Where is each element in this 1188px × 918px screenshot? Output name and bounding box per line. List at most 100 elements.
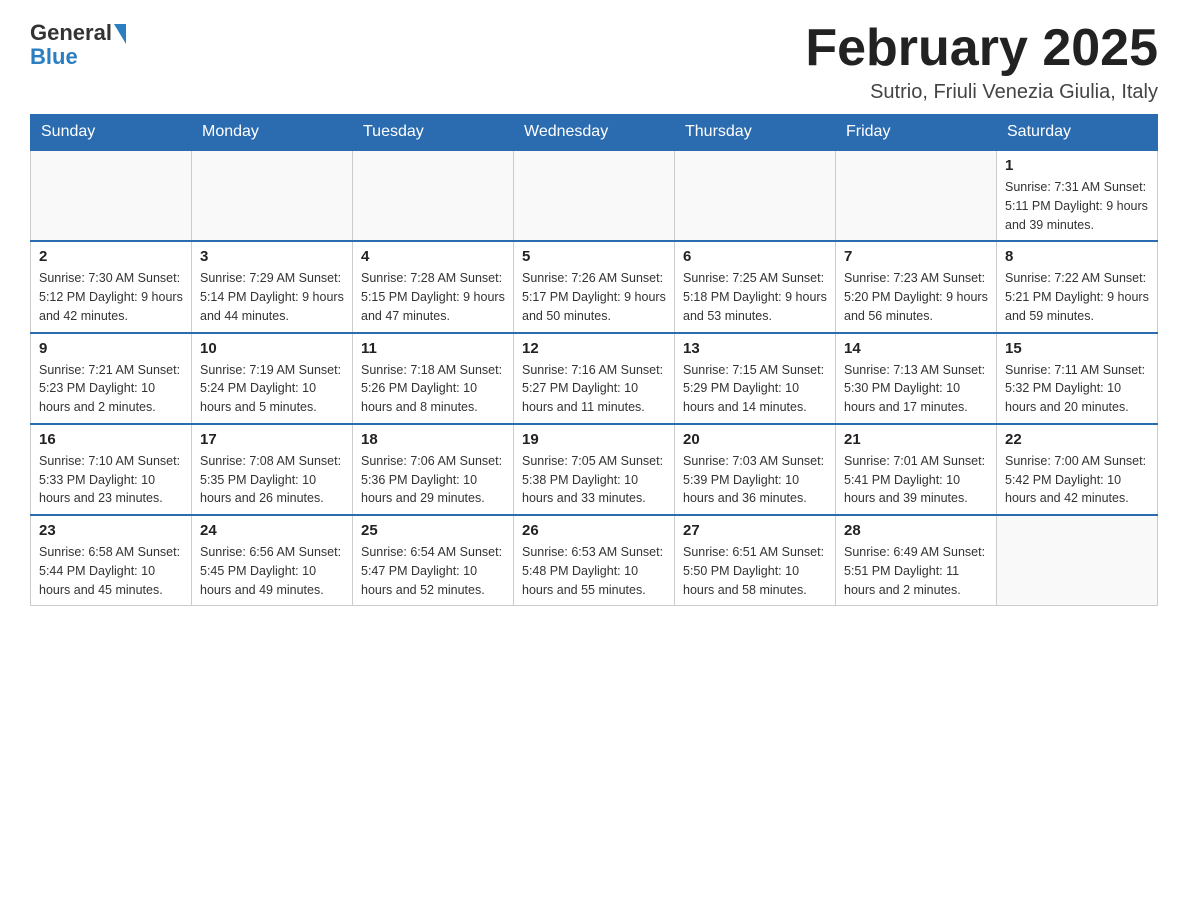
- calendar-day-cell: [675, 150, 836, 241]
- calendar-week-row: 9 Sunrise: 7:21 AM Sunset: 5:23 PM Daylig…: [31, 333, 1158, 424]
- day-number: 24: [200, 522, 344, 539]
- day-number: 6: [683, 248, 827, 265]
- calendar-day-cell: 12Sunrise: 7:16 AM Sunset: 5:27 PM Dayli…: [514, 333, 675, 424]
- day-number: 21: [844, 431, 988, 448]
- day-number: 20: [683, 431, 827, 448]
- day-number: 2: [39, 248, 183, 265]
- calendar-day-cell: 27 Sunrise: 6:51 AM Sunset: 5:50 PM Dayli…: [675, 515, 836, 606]
- day-number: 27: [683, 522, 827, 539]
- calendar-header-row: SundayMondayTuesdayWednesdayThursdayFrid…: [31, 115, 1158, 151]
- logo-general-text: General: [30, 20, 112, 46]
- day-info: Sunrise: 7:23 AM Sunset: 5:20 PM Dayligh…: [844, 269, 988, 325]
- calendar-day-cell: 22 Sunrise: 7:00 AM Sunset: 5:42 PM Dayli…: [997, 424, 1158, 515]
- day-info: Sunrise: 7:00 AM Sunset: 5:42 PM Dayligh…: [1005, 452, 1149, 508]
- calendar-day-cell: 9 Sunrise: 7:21 AM Sunset: 5:23 PM Daylig…: [31, 333, 192, 424]
- day-number: 11: [361, 340, 505, 357]
- logo: General Blue: [30, 20, 126, 70]
- day-info: Sunrise: 7:28 AM Sunset: 5:15 PM Dayligh…: [361, 269, 505, 325]
- calendar-day-cell: 3 Sunrise: 7:29 AM Sunset: 5:14 PM Daylig…: [192, 241, 353, 332]
- calendar-day-cell: [353, 150, 514, 241]
- calendar-day-cell: [192, 150, 353, 241]
- location-title: Sutrio, Friuli Venezia Giulia, Italy: [805, 81, 1158, 104]
- day-info: Sunrise: 7:16 AM Sunset: 5:27 PM Dayligh…: [522, 361, 666, 417]
- day-info: Sunrise: 7:25 AM Sunset: 5:18 PM Dayligh…: [683, 269, 827, 325]
- calendar-week-row: 2 Sunrise: 7:30 AM Sunset: 5:12 PM Daylig…: [31, 241, 1158, 332]
- day-number: 26: [522, 522, 666, 539]
- calendar-day-cell: 25 Sunrise: 6:54 AM Sunset: 5:47 PM Dayli…: [353, 515, 514, 606]
- calendar-day-cell: 14 Sunrise: 7:13 AM Sunset: 5:30 PM Dayli…: [836, 333, 997, 424]
- day-of-week-header: Tuesday: [353, 115, 514, 151]
- calendar-day-cell: 16 Sunrise: 7:10 AM Sunset: 5:33 PM Dayli…: [31, 424, 192, 515]
- day-info: Sunrise: 6:53 AM Sunset: 5:48 PM Dayligh…: [522, 543, 666, 599]
- day-of-week-header: Sunday: [31, 115, 192, 151]
- title-block: February 2025 Sutrio, Friuli Venezia Giu…: [805, 20, 1158, 104]
- day-info: Sunrise: 7:18 AM Sunset: 5:26 PM Dayligh…: [361, 361, 505, 417]
- day-info: Sunrise: 7:05 AM Sunset: 5:38 PM Dayligh…: [522, 452, 666, 508]
- calendar-day-cell: [997, 515, 1158, 606]
- day-number: 25: [361, 522, 505, 539]
- day-info: Sunrise: 7:03 AM Sunset: 5:39 PM Dayligh…: [683, 452, 827, 508]
- day-number: 9: [39, 340, 183, 357]
- day-number: 4: [361, 248, 505, 265]
- day-info: Sunrise: 7:31 AM Sunset: 5:11 PM Dayligh…: [1005, 178, 1149, 234]
- day-info: Sunrise: 7:10 AM Sunset: 5:33 PM Dayligh…: [39, 452, 183, 508]
- calendar-day-cell: 6 Sunrise: 7:25 AM Sunset: 5:18 PM Daylig…: [675, 241, 836, 332]
- day-number: 14: [844, 340, 988, 357]
- day-info: Sunrise: 6:51 AM Sunset: 5:50 PM Dayligh…: [683, 543, 827, 599]
- calendar-day-cell: 8 Sunrise: 7:22 AM Sunset: 5:21 PM Daylig…: [997, 241, 1158, 332]
- calendar-week-row: 23Sunrise: 6:58 AM Sunset: 5:44 PM Dayli…: [31, 515, 1158, 606]
- day-number: 5: [522, 248, 666, 265]
- calendar-day-cell: 19 Sunrise: 7:05 AM Sunset: 5:38 PM Dayli…: [514, 424, 675, 515]
- calendar-table: SundayMondayTuesdayWednesdayThursdayFrid…: [30, 114, 1158, 606]
- day-number: 8: [1005, 248, 1149, 265]
- calendar-day-cell: 21Sunrise: 7:01 AM Sunset: 5:41 PM Dayli…: [836, 424, 997, 515]
- day-info: Sunrise: 7:22 AM Sunset: 5:21 PM Dayligh…: [1005, 269, 1149, 325]
- calendar-day-cell: 10Sunrise: 7:19 AM Sunset: 5:24 PM Dayli…: [192, 333, 353, 424]
- day-info: Sunrise: 7:19 AM Sunset: 5:24 PM Dayligh…: [200, 361, 344, 417]
- day-info: Sunrise: 7:08 AM Sunset: 5:35 PM Dayligh…: [200, 452, 344, 508]
- logo-arrow-icon: [114, 24, 126, 44]
- day-info: Sunrise: 6:54 AM Sunset: 5:47 PM Dayligh…: [361, 543, 505, 599]
- day-number: 18: [361, 431, 505, 448]
- day-of-week-header: Monday: [192, 115, 353, 151]
- calendar-day-cell: [514, 150, 675, 241]
- calendar-day-cell: 5 Sunrise: 7:26 AM Sunset: 5:17 PM Daylig…: [514, 241, 675, 332]
- calendar-day-cell: 2 Sunrise: 7:30 AM Sunset: 5:12 PM Daylig…: [31, 241, 192, 332]
- calendar-day-cell: 28 Sunrise: 6:49 AM Sunset: 5:51 PM Dayli…: [836, 515, 997, 606]
- day-info: Sunrise: 7:21 AM Sunset: 5:23 PM Dayligh…: [39, 361, 183, 417]
- calendar-day-cell: [836, 150, 997, 241]
- day-number: 28: [844, 522, 988, 539]
- day-number: 17: [200, 431, 344, 448]
- calendar-day-cell: [31, 150, 192, 241]
- calendar-day-cell: 18 Sunrise: 7:06 AM Sunset: 5:36 PM Dayli…: [353, 424, 514, 515]
- day-info: Sunrise: 7:26 AM Sunset: 5:17 PM Dayligh…: [522, 269, 666, 325]
- day-number: 7: [844, 248, 988, 265]
- day-info: Sunrise: 7:06 AM Sunset: 5:36 PM Dayligh…: [361, 452, 505, 508]
- day-number: 23: [39, 522, 183, 539]
- day-info: Sunrise: 7:13 AM Sunset: 5:30 PM Dayligh…: [844, 361, 988, 417]
- day-number: 1: [1005, 157, 1149, 174]
- day-number: 22: [1005, 431, 1149, 448]
- day-number: 15: [1005, 340, 1149, 357]
- day-of-week-header: Friday: [836, 115, 997, 151]
- day-info: Sunrise: 7:29 AM Sunset: 5:14 PM Dayligh…: [200, 269, 344, 325]
- day-info: Sunrise: 7:30 AM Sunset: 5:12 PM Dayligh…: [39, 269, 183, 325]
- day-info: Sunrise: 7:15 AM Sunset: 5:29 PM Dayligh…: [683, 361, 827, 417]
- day-info: Sunrise: 6:49 AM Sunset: 5:51 PM Dayligh…: [844, 543, 988, 599]
- calendar-week-row: 1 Sunrise: 7:31 AM Sunset: 5:11 PM Daylig…: [31, 150, 1158, 241]
- calendar-day-cell: 11 Sunrise: 7:18 AM Sunset: 5:26 PM Dayli…: [353, 333, 514, 424]
- day-number: 3: [200, 248, 344, 265]
- calendar-day-cell: 26 Sunrise: 6:53 AM Sunset: 5:48 PM Dayli…: [514, 515, 675, 606]
- month-title: February 2025: [805, 20, 1158, 77]
- day-number: 16: [39, 431, 183, 448]
- logo-blue-text: Blue: [30, 44, 78, 70]
- calendar-day-cell: 1 Sunrise: 7:31 AM Sunset: 5:11 PM Daylig…: [997, 150, 1158, 241]
- calendar-week-row: 16 Sunrise: 7:10 AM Sunset: 5:33 PM Dayli…: [31, 424, 1158, 515]
- day-number: 19: [522, 431, 666, 448]
- calendar-day-cell: 13 Sunrise: 7:15 AM Sunset: 5:29 PM Dayli…: [675, 333, 836, 424]
- calendar-day-cell: 15 Sunrise: 7:11 AM Sunset: 5:32 PM Dayli…: [997, 333, 1158, 424]
- day-number: 13: [683, 340, 827, 357]
- calendar-day-cell: 17 Sunrise: 7:08 AM Sunset: 5:35 PM Dayli…: [192, 424, 353, 515]
- page-header: General Blue February 2025 Sutrio, Friul…: [30, 20, 1158, 104]
- day-info: Sunrise: 7:11 AM Sunset: 5:32 PM Dayligh…: [1005, 361, 1149, 417]
